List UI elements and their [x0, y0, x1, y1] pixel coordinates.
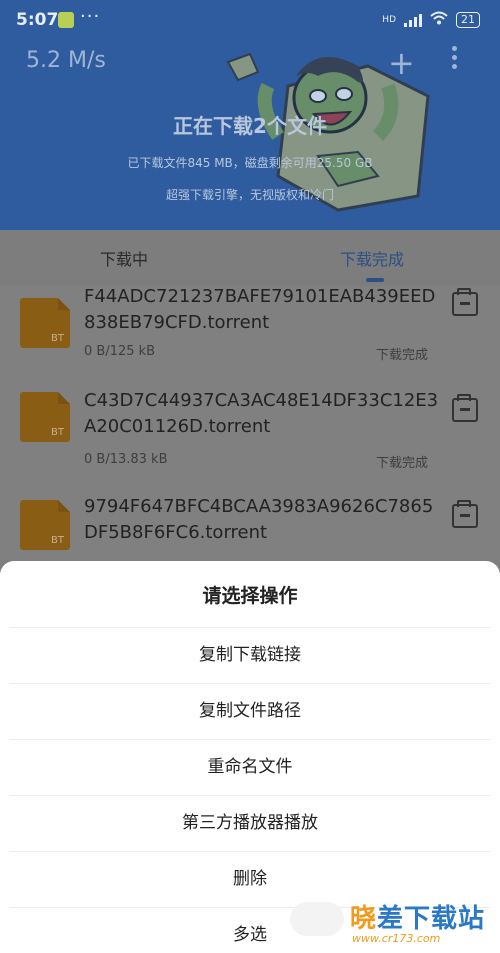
file-name: F44ADC721237BAFE79101EAB439EED838EB79CFD…	[84, 286, 436, 333]
copy-download-link-option[interactable]: 复制下载链接	[0, 627, 500, 683]
slogan-text: 超强下载引擎，无视版权和冷门	[165, 188, 334, 202]
network-type-label: HD	[382, 14, 396, 25]
download-summary-subtitle: 已下载文件845 MB，磁盘剩余可用25.50 GB	[127, 156, 373, 170]
open-folder-icon[interactable]	[452, 394, 478, 422]
download-speed: 5.2 M/s	[26, 48, 106, 73]
copy-file-path-option[interactable]: 复制文件路径	[0, 683, 500, 739]
download-summary-title: 正在下载2个文件	[173, 114, 327, 138]
bt-file-icon: BT	[20, 298, 70, 348]
file-size: 0 B/125 kB	[84, 344, 156, 359]
bt-file-icon: BT	[20, 500, 70, 550]
signal-icon	[404, 13, 422, 27]
active-tab-indicator	[366, 278, 384, 282]
completed-file-list: BT F44ADC721237BAFE79101EAB439EED838EB79…	[0, 286, 500, 561]
battery-icon: 21	[456, 11, 480, 28]
list-item[interactable]: BT 9794F647BFC4BCAA3983A9626C7865DF5B8F6…	[0, 496, 500, 561]
list-item[interactable]: BT F44ADC721237BAFE79101EAB439EED838EB79…	[0, 286, 500, 392]
file-status: 下载完成	[376, 348, 429, 363]
tab-downloading[interactable]: 下载中	[100, 246, 148, 270]
more-menu-icon[interactable]	[452, 46, 457, 69]
action-sheet-title: 请选择操作	[202, 585, 298, 607]
watermark-text: 晓差下载站	[350, 904, 486, 934]
bt-file-icon: BT	[20, 392, 70, 442]
file-name: 9794F647BFC4BCAA3983A9626C7865DF5B8F6FC6…	[84, 496, 434, 543]
third-party-player-option[interactable]: 第三方播放器播放	[0, 795, 500, 851]
app-notification-icon	[58, 12, 74, 28]
site-watermark: 晓差下载站 www.cr173.com	[290, 896, 500, 948]
watermark-url: www.cr173.com	[352, 932, 441, 945]
rename-file-option[interactable]: 重命名文件	[0, 739, 500, 795]
action-sheet: 请选择操作 复制下载链接 复制文件路径 重命名文件 第三方播放器播放 删除 多选	[0, 561, 500, 953]
tab-bar: 下载中 下载完成	[0, 230, 500, 286]
watermark-logo	[290, 902, 344, 936]
open-folder-icon[interactable]	[452, 288, 478, 316]
header: 5:07 ··· HD 21 5.2 M/s + 正在下载2个文件 已下载文件8…	[0, 0, 500, 230]
status-time: 5:07	[16, 10, 59, 30]
tab-download-complete[interactable]: 下载完成	[340, 246, 404, 270]
list-item[interactable]: BT C43D7C44937CA3AC48E14DF33C12E3A20C011…	[0, 390, 500, 500]
more-notifications-icon: ···	[80, 6, 101, 27]
file-status: 下载完成	[376, 456, 429, 471]
file-size: 0 B/13.83 kB	[84, 452, 168, 467]
open-folder-icon[interactable]	[452, 500, 478, 528]
file-name: C43D7C44937CA3AC48E14DF33C12E3A20C01126D…	[84, 390, 439, 437]
